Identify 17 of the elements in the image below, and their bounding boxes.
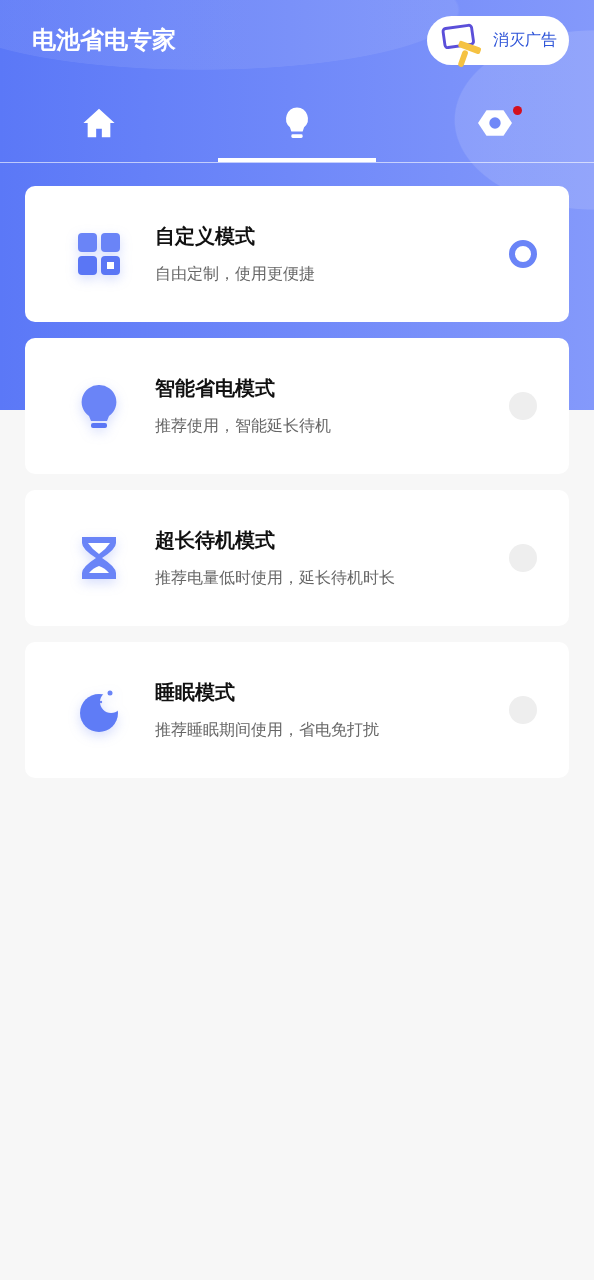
remove-ads-button[interactable]: 消灭广告: [427, 15, 569, 65]
app-title: 电池省电专家: [32, 25, 176, 56]
mode-description: 推荐睡眠期间使用，省电免打扰: [155, 720, 380, 741]
mode-card[interactable]: 自定义模式 自由定制，使用更便捷: [25, 186, 569, 322]
mode-title: 自定义模式: [155, 223, 256, 250]
mode-description: 推荐使用，智能延长待机: [155, 416, 332, 437]
mode-title: 超长待机模式: [155, 527, 276, 554]
mode-title: 智能省电模式: [155, 375, 276, 402]
grid-icon: [76, 231, 122, 277]
mode-description: 推荐电量低时使用，延长待机时长: [155, 568, 396, 589]
mode-title: 睡眠模式: [155, 679, 236, 706]
mode-card[interactable]: 超长待机模式 推荐电量低时使用，延长待机时长: [25, 490, 569, 626]
mode-card[interactable]: 睡眠模式 推荐睡眠期间使用，省电免打扰: [25, 642, 569, 778]
mode-card[interactable]: 智能省电模式 推荐使用，智能延长待机: [25, 338, 569, 474]
mode-description: 自由定制，使用更便捷: [155, 264, 316, 285]
radio-button[interactable]: [509, 240, 537, 268]
home-icon: [82, 106, 117, 140]
